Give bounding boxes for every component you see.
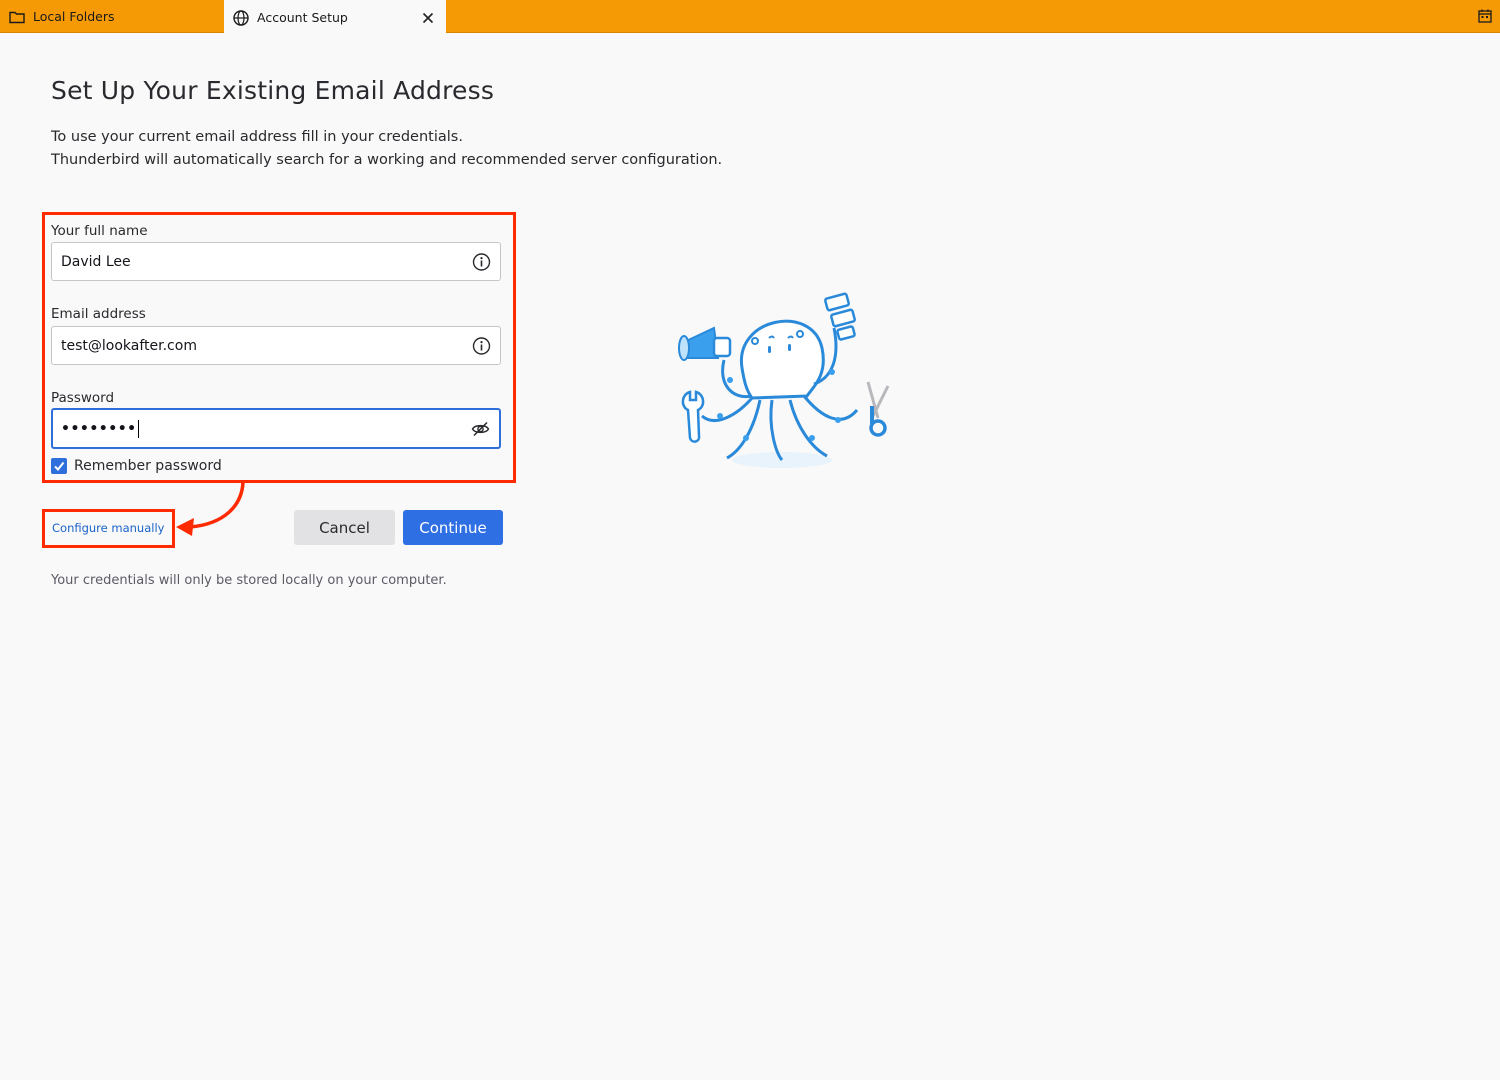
octopus-illustration: [678, 292, 890, 468]
globe-icon: [233, 9, 249, 26]
configure-manually-link[interactable]: Configure manually: [52, 521, 164, 535]
calendar-icon[interactable]: [1477, 8, 1493, 24]
info-icon[interactable]: [472, 336, 491, 355]
continue-button[interactable]: Continue: [403, 510, 503, 545]
credentials-note: Your credentials will only be stored loc…: [51, 573, 447, 588]
email-value: test@lookafter.com: [61, 337, 197, 354]
cancel-button[interactable]: Cancel: [294, 510, 395, 545]
password-field[interactable]: ••••••••: [51, 408, 501, 449]
description-line: To use your current email address fill i…: [51, 129, 463, 145]
folder-icon: [9, 9, 25, 25]
remember-password-row[interactable]: Remember password: [51, 458, 222, 474]
page-description: To use your current email address fill i…: [51, 126, 722, 172]
remember-password-checkbox[interactable]: [51, 458, 67, 474]
annotation-arrow: [176, 481, 245, 536]
tab-account-setup[interactable]: Account Setup: [224, 0, 446, 33]
full-name-field[interactable]: David Lee: [51, 242, 501, 281]
description-line: Thunderbird will automatically search fo…: [51, 152, 723, 168]
email-label: Email address: [51, 306, 146, 322]
tab-label: Account Setup: [257, 10, 348, 25]
tab-local-folders[interactable]: Local Folders: [0, 0, 222, 33]
full-name-label: Your full name: [51, 223, 148, 239]
close-icon[interactable]: [420, 10, 436, 26]
info-icon[interactable]: [472, 252, 491, 271]
page-title: Set Up Your Existing Email Address: [51, 76, 495, 105]
remember-password-label: Remember password: [74, 458, 222, 474]
password-label: Password: [51, 390, 115, 406]
tab-bar: Local Folders Account Setup: [0, 0, 1500, 33]
eye-slash-icon[interactable]: [471, 419, 490, 438]
tab-label: Local Folders: [33, 9, 115, 24]
email-field[interactable]: test@lookafter.com: [51, 326, 501, 365]
password-value: ••••••••: [61, 419, 139, 438]
full-name-value: David Lee: [61, 253, 131, 270]
